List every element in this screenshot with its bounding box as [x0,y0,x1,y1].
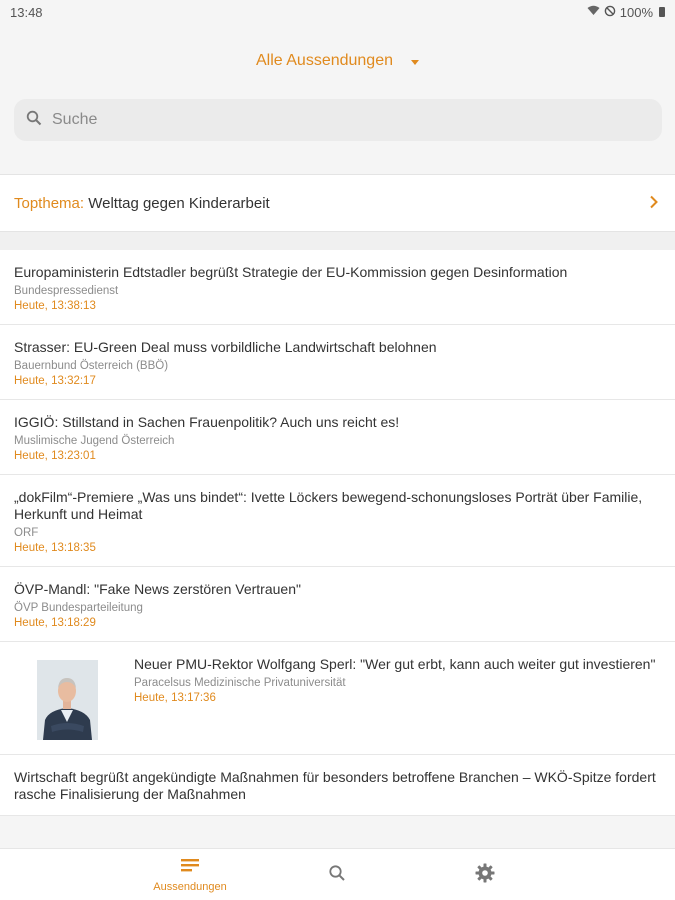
news-item[interactable]: IGGIÖ: Stillstand in Sachen Frauenpoliti… [0,400,675,475]
feed-selector-label: Alle Aussendungen [256,52,393,69]
section-divider [0,232,675,250]
status-time: 13:48 [10,4,43,20]
news-title: Strasser: EU-Green Deal muss vorbildlich… [14,339,437,355]
news-list: Europaministerin Edtstadler begrüßt Stra… [0,250,675,816]
news-time: Heute, 13:18:35 [14,542,96,554]
news-source: Muslimische Jugend Österreich [14,435,175,447]
topthema-text: Welttag gegen Kinderarbeit [88,194,270,212]
status-icons: 100% [587,5,665,20]
news-title: Europaministerin Edtstadler begrüßt Stra… [14,264,568,280]
news-source: ÖVP Bundesparteileitung [14,602,143,614]
nav-search[interactable] [317,849,357,900]
topthema-row[interactable]: Topthema: Welttag gegen Kinderarbeit [0,174,675,232]
nav-settings[interactable] [465,849,505,900]
do-not-disturb-icon [604,5,616,20]
news-source: ORF [14,527,39,539]
news-item[interactable]: Strasser: EU-Green Deal muss vorbildlich… [0,325,675,400]
nav-aussendungen-label: Aussendungen [153,880,227,893]
news-source: Paracelsus Medizinische Privatuniversitä… [134,677,346,689]
news-item[interactable]: Europaministerin Edtstadler begrüßt Stra… [0,250,675,325]
news-thumbnail [37,660,98,740]
news-source: Bauernbund Österreich (BBÖ) [14,360,169,372]
news-item[interactable]: Wirtschaft begrüßt angekündigte Maßnahme… [0,755,675,816]
news-title: „dokFilm“-Premiere „Was uns bindet“: Ive… [14,489,643,522]
status-bar: 13:48 100% [0,0,675,24]
news-time: Heute, 13:17:36 [134,692,216,704]
topthema-label: Topthema: [14,194,85,212]
news-item[interactable]: ÖVP-Mandl: "Fake News zerstören Vertraue… [0,567,675,642]
nav-aussendungen[interactable]: Aussendungen [140,849,240,900]
news-source: Bundespressedienst [14,285,119,297]
list-icon [181,858,199,877]
chevron-right-icon [649,193,659,214]
search-icon [26,110,42,131]
news-title: ÖVP-Mandl: "Fake News zerstören Vertraue… [14,581,301,597]
battery-icon [659,7,665,17]
news-item[interactable]: „dokFilm“-Premiere „Was uns bindet“: Ive… [0,475,675,567]
search-placeholder: Suche [52,111,98,128]
search-icon [328,864,346,887]
header: Alle Aussendungen Suche [0,24,675,174]
news-time: Heute, 13:32:17 [14,375,96,387]
news-title: Neuer PMU-Rektor Wolfgang Sperl: "Wer gu… [134,656,656,672]
wifi-icon [587,5,600,19]
news-title: IGGIÖ: Stillstand in Sachen Frauenpoliti… [14,414,400,430]
news-time: Heute, 13:18:29 [14,617,96,629]
caret-down-icon [411,59,419,65]
battery-percent: 100% [619,4,653,20]
feed-selector[interactable]: Alle Aussendungen [0,52,675,70]
gear-icon [475,863,495,888]
news-item[interactable]: Neuer PMU-Rektor Wolfgang Sperl: "Wer gu… [0,642,675,755]
news-time: Heute, 13:38:13 [14,300,96,312]
news-title: Wirtschaft begrüßt angekündigte Maßnahme… [14,769,656,802]
news-time: Heute, 13:23:01 [14,450,96,462]
search-input[interactable]: Suche [14,99,662,141]
bottom-nav: Aussendungen [0,848,675,900]
